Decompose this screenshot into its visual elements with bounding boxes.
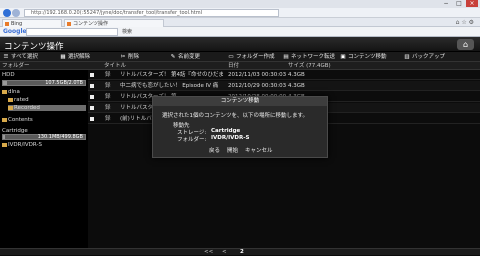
action-toolbar: ☰ すべて選択 ▦ 選択解除 ✂ 削除 ✎ 名前変更 ▭ フォルダー作成 ▤ ネットワーク転…: [0, 52, 480, 62]
create-folder-button[interactable]: ▭ フォルダー作成: [228, 53, 274, 61]
row-checkbox[interactable]: [90, 117, 94, 121]
home-icon[interactable]: ⌂: [457, 39, 474, 50]
table-row[interactable]: 録 リトルバスターズ！ 第4話『命せのひだま 2012/11/03 00:30:…: [88, 70, 480, 80]
row-date: 2012/11/03 00:30:03: [228, 72, 287, 78]
select-all-button[interactable]: ☰ すべて選択: [3, 53, 38, 61]
google-search-button[interactable]: 検索: [122, 28, 132, 36]
delete-button[interactable]: ✂ 削除: [120, 53, 139, 61]
tree-item-rated[interactable]: rated: [8, 97, 86, 103]
folder-icon: [8, 105, 13, 110]
tree-item-ivdr[interactable]: IVDR/IVDR-S: [2, 142, 42, 148]
folder-icon: [2, 89, 7, 94]
cancel-button[interactable]: キャンセル: [245, 146, 273, 154]
url-field[interactable]: http://192.168.0.20(:55247/jyne/doc/tran…: [24, 9, 279, 17]
row-title: 中二病でも恋がしたい！ Episode IV 痛: [120, 83, 219, 89]
row-checkbox[interactable]: [90, 95, 94, 99]
hdd-usage-bar: 107.5GB/2.0TB: [2, 80, 86, 86]
tree-item-contents[interactable]: Contents: [2, 117, 33, 123]
storage-value: Cartridge: [211, 128, 241, 134]
move-icon: ▣: [340, 54, 346, 60]
row-size: 4.3GB: [288, 83, 305, 89]
move-content-dialog: コンテンツ移動 選択された1個のコンテンツを、以下の場所に移動します。 移動先 …: [152, 96, 328, 158]
tree-item-dlna[interactable]: dlna: [2, 89, 86, 95]
hdd-usage-text: 107.5GB/2.0TB: [45, 80, 83, 86]
hdd-usage-fill: [3, 81, 8, 85]
folder-icon: [2, 142, 7, 147]
size-column-header[interactable]: サイズ (77.4GB): [288, 62, 331, 70]
back-button[interactable]: [3, 9, 11, 17]
tab-favicon-icon: [5, 22, 9, 26]
row-checkbox[interactable]: [90, 84, 94, 88]
rename-icon: ✎: [170, 54, 176, 60]
dialog-title: コンテンツ移動: [153, 97, 327, 106]
folder-value: IVDR/IVDR-S: [211, 135, 250, 141]
google-toolbar: Google 検索: [0, 27, 480, 37]
folder-icon: ▭: [228, 54, 234, 60]
folder-label: フォルダー:: [177, 137, 207, 143]
start-button[interactable]: 開始: [227, 146, 238, 154]
folder-column-header: フォルダー: [2, 63, 30, 69]
address-bar-row: http://192.168.0.20(:55247/jyne/doc/tran…: [0, 8, 480, 18]
forward-button[interactable]: [12, 9, 20, 17]
folder-icon: [8, 97, 13, 102]
pager-bar: << < 2: [0, 248, 480, 255]
rename-button[interactable]: ✎ 名前変更: [170, 53, 200, 61]
row-checkbox[interactable]: [90, 106, 94, 110]
list-icon: ☰: [3, 54, 9, 60]
minimize-button[interactable]: −: [440, 0, 452, 7]
close-button[interactable]: ×: [466, 0, 478, 7]
row-date: 2012/10/29 00:30:03: [228, 83, 287, 89]
network-transfer-button[interactable]: ▤ ネットワーク転送: [283, 53, 335, 61]
browser-home-icon[interactable]: ⌂ ☆ ⚙: [456, 19, 474, 26]
recording-icon: 録: [105, 94, 111, 100]
hdd-label: HDD: [2, 72, 15, 78]
back-button[interactable]: 戻る: [209, 146, 220, 154]
date-column-header[interactable]: 日付: [228, 62, 239, 70]
delete-icon: ✂: [120, 54, 126, 60]
tab-favicon-icon: [67, 22, 71, 26]
row-title: リトルバスターズ！ 第4話『命せのひだま: [120, 72, 224, 78]
cartridge-usage-fill: [3, 135, 6, 139]
cartridge-usage-text: 130.1MB/499.8GB: [37, 134, 83, 140]
tab-bing[interactable]: Bing: [2, 19, 62, 27]
google-logo: Google: [3, 28, 27, 35]
recording-icon: 録: [105, 83, 111, 89]
unselect-icon: ▦: [60, 54, 66, 60]
column-header-row: フォルダー タイトル 日付 サイズ (77.4GB): [0, 62, 480, 70]
unselect-button[interactable]: ▦ 選択解除: [60, 53, 90, 61]
tree-item-recorded[interactable]: Recorded: [8, 105, 86, 111]
recording-icon: 録: [105, 72, 111, 78]
backup-icon: ▥: [404, 54, 410, 60]
backup-button[interactable]: ▥ バックアップ: [404, 53, 445, 61]
recording-icon: 録: [105, 105, 111, 111]
google-search-input[interactable]: [26, 28, 118, 36]
table-row[interactable]: 録 中二病でも恋がしたい！ Episode IV 痛 2012/10/29 00…: [88, 81, 480, 91]
recording-icon: 録: [105, 116, 111, 122]
page-title: コンテンツ操作: [4, 42, 64, 52]
dialog-message: 選択された1個のコンテンツを、以下の場所に移動します。: [162, 113, 308, 119]
cartridge-usage-bar: 130.1MB/499.8GB: [2, 134, 86, 140]
row-checkbox[interactable]: [90, 73, 94, 77]
window-titlebar: − □ ×: [0, 0, 480, 8]
tab-contents[interactable]: コンテンツ操作: [64, 19, 164, 27]
row-size: 4.3GB: [288, 72, 305, 78]
folder-pane: HDD 107.5GB/2.0TB dlna rated Recorded Co…: [0, 70, 88, 248]
maximize-button[interactable]: □: [453, 0, 465, 7]
tab-bar: Bing コンテンツ操作 ⌂ ☆ ⚙: [0, 18, 480, 27]
move-content-button[interactable]: ▣ コンテンツ移動: [340, 53, 386, 61]
app-header: コンテンツ操作 ⌂: [0, 37, 480, 52]
network-icon: ▤: [283, 54, 289, 60]
folder-icon: [2, 117, 7, 122]
title-column-header[interactable]: タイトル: [104, 62, 126, 70]
